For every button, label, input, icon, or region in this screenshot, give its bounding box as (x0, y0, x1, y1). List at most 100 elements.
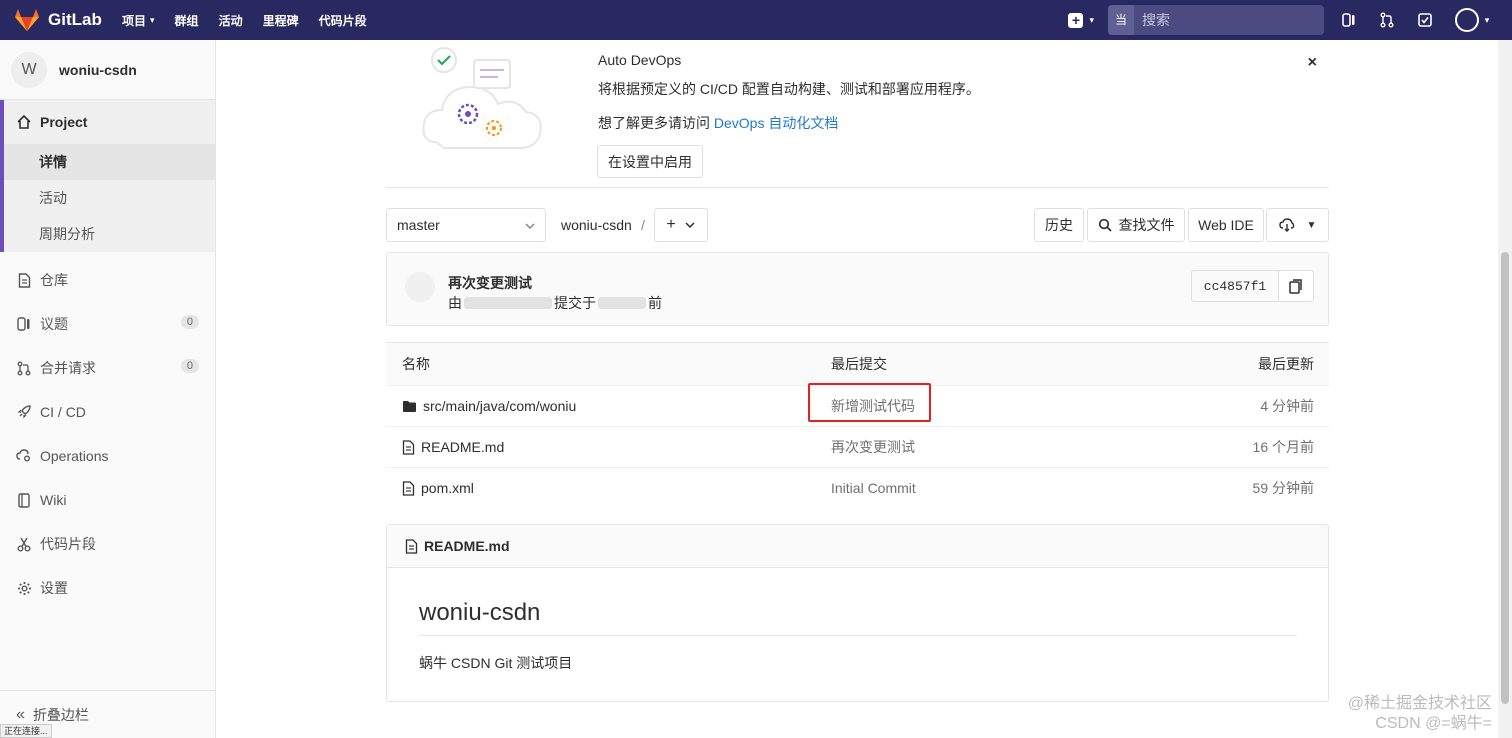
cloud-gear-icon (16, 448, 32, 464)
file-icon (402, 480, 415, 496)
table-row[interactable]: README.md 再次变更测试 16 个月前 (386, 426, 1329, 467)
devops-docs-link[interactable]: DevOps 自动化文档 (714, 115, 838, 131)
sidebar-item-label: Wiki (40, 492, 67, 508)
find-file-button[interactable]: 查找文件 (1087, 208, 1185, 242)
sidebar-item-ci-cd[interactable]: CI / CD (0, 390, 215, 434)
branch-selector[interactable]: master (386, 208, 546, 242)
folder-icon (402, 400, 417, 413)
nav-projects[interactable]: 项目 ▾ (122, 12, 155, 29)
sidebar-item-merge-requests[interactable]: 合并请求 0 (0, 346, 215, 390)
sidebar-item-repository[interactable]: 仓库 (0, 258, 215, 302)
sidebar-item-label: 议题 (40, 316, 68, 332)
breadcrumb-root[interactable]: woniu-csdn (561, 217, 632, 233)
sidebar: W woniu-csdn Project 详情 活动 周期分析 仓库 议题 0 … (0, 40, 216, 738)
merge-request-nav-icon[interactable] (1376, 9, 1398, 31)
header-last-commit: 最后提交 (831, 356, 887, 372)
sidebar-project-group: Project 详情 活动 周期分析 (0, 100, 215, 252)
chevron-down-icon: ▾ (1484, 14, 1490, 25)
file-name-cell[interactable]: pom.xml (402, 480, 474, 496)
sidebar-item-project[interactable]: Project (4, 100, 215, 144)
devops-description: 将根据预定义的 CI/CD 配置自动构建、测试和部署应用程序。 (598, 81, 980, 97)
sidebar-item-label: Operations (40, 448, 109, 464)
readme-text: 蜗牛 CSDN Git 测试项目 (419, 655, 573, 671)
nav-milestones[interactable]: 里程碑 (263, 12, 299, 29)
issues-nav-icon[interactable] (1338, 9, 1360, 31)
project-name: woniu-csdn (59, 61, 137, 78)
readme-panel: README.md woniu-csdn 蜗牛 CSDN Git 测试项目 (386, 524, 1329, 702)
nav-activity-label: 活动 (218, 13, 243, 28)
annotation-highlight-box (808, 383, 931, 422)
scrollbar-thumb[interactable] (1501, 252, 1509, 704)
find-file-label: 查找文件 (1118, 217, 1175, 233)
avatar (1454, 8, 1479, 32)
user-menu[interactable]: ▾ (1452, 8, 1492, 32)
sidebar-subitem-activity[interactable]: 活动 (4, 180, 215, 216)
new-dropdown[interactable]: + ▾ (1068, 12, 1094, 28)
home-icon (17, 114, 31, 129)
copy-sha-button[interactable] (1278, 270, 1314, 302)
merge-requests-count-badge: 0 (180, 359, 199, 373)
file-name: README.md (421, 439, 505, 455)
download-dropdown[interactable]: ▼ (1266, 208, 1329, 242)
table-header: 名称 最后提交 最后更新 (386, 342, 1329, 385)
chevron-down-icon: ▾ (1089, 14, 1094, 25)
nav-snippets[interactable]: 代码片段 (319, 12, 367, 29)
search-box: 当前项目 (1108, 5, 1324, 117)
table-row[interactable]: pom.xml Initial Commit 59 分钟前 (386, 467, 1329, 508)
sidebar-project-header[interactable]: W woniu-csdn (0, 40, 215, 100)
nav-snippets-label: 代码片段 (318, 13, 367, 28)
commit-message-link[interactable]: 再次变更测试 (831, 437, 915, 457)
sidebar-item-issues[interactable]: 议题 0 (0, 302, 215, 346)
sidebar-item-label: 代码片段 (40, 536, 96, 552)
caret-down-icon: ▼ (1306, 219, 1317, 231)
navbar-right: + ▾ 当前项目 ▾ (1068, 0, 1512, 117)
project-avatar: W (11, 51, 47, 88)
devops-title: Auto DevOps (598, 52, 682, 68)
branch-name: master (397, 217, 440, 233)
gear-icon (16, 580, 32, 596)
sidebar-item-operations[interactable]: Operations (0, 434, 215, 478)
top-navbar: GitLab 项目▾ 群组 活动 里程碑 代码片段 + ▾ 当前项目 ▾ (0, 0, 1512, 117)
redacted-time (598, 297, 646, 309)
search-input[interactable] (1134, 12, 1324, 28)
enable-in-settings-button[interactable]: 在设置中启用 (597, 145, 703, 178)
file-name: pom.xml (421, 480, 474, 496)
sidebar-item-snippets[interactable]: 代码片段 (0, 522, 215, 566)
issues-count-badge: 0 (180, 315, 199, 329)
book-icon (16, 492, 32, 508)
commit-sha[interactable]: cc4857f1 (1191, 270, 1279, 302)
sidebar-item-label: 设置 (40, 580, 68, 596)
close-icon[interactable]: × (1308, 54, 1317, 72)
copy-icon (1289, 278, 1302, 294)
double-chevron-left-icon: « (16, 705, 25, 723)
readme-filename[interactable]: README.md (424, 538, 510, 554)
web-ide-button[interactable]: Web IDE (1188, 208, 1264, 242)
commit-title[interactable]: 再次变更测试 (448, 273, 532, 293)
sidebar-item-label: 合并请求 (40, 360, 96, 376)
todos-nav-icon[interactable] (1414, 9, 1436, 31)
gitlab-logo[interactable]: GitLab (14, 8, 122, 32)
sidebar-subitem-cycle-analytics[interactable]: 周期分析 (4, 216, 215, 252)
nav-groups-label: 群组 (174, 13, 199, 28)
nav-activity[interactable]: 活动 (219, 12, 243, 29)
web-ide-label: Web IDE (1198, 217, 1254, 233)
search-scope-badge[interactable]: 当前项目 (1108, 5, 1135, 117)
main-menu: 项目 ▾ 群组 活动 里程碑 代码片段 (122, 12, 387, 29)
watermark-line-1: @稀土掘金技术社区 (1347, 695, 1492, 712)
nav-projects-label: 项目 (122, 13, 147, 28)
file-name-cell[interactable]: src/main/java/com/woniu (402, 398, 576, 414)
redacted-author (464, 297, 552, 309)
sidebar-subitem-details[interactable]: 详情 (4, 144, 215, 180)
nav-groups[interactable]: 群组 (175, 12, 199, 29)
commit-message-link[interactable]: Initial Commit (831, 480, 916, 496)
repo-toolbar: master woniu-csdn / + 历史 查找文件 Web IDE ▼ (386, 208, 1329, 242)
sidebar-item-label: 仓库 (40, 272, 68, 288)
file-name-cell[interactable]: README.md (402, 439, 504, 455)
page-scrollbar[interactable] (1498, 40, 1512, 738)
history-button[interactable]: 历史 (1034, 208, 1084, 242)
sidebar-item-settings[interactable]: 设置 (0, 566, 215, 610)
commit-by-label: 由 (448, 295, 462, 311)
sidebar-item-wiki[interactable]: Wiki (0, 478, 215, 522)
commit-ago-label: 前 (648, 295, 662, 311)
add-file-dropdown[interactable]: + (654, 208, 708, 242)
